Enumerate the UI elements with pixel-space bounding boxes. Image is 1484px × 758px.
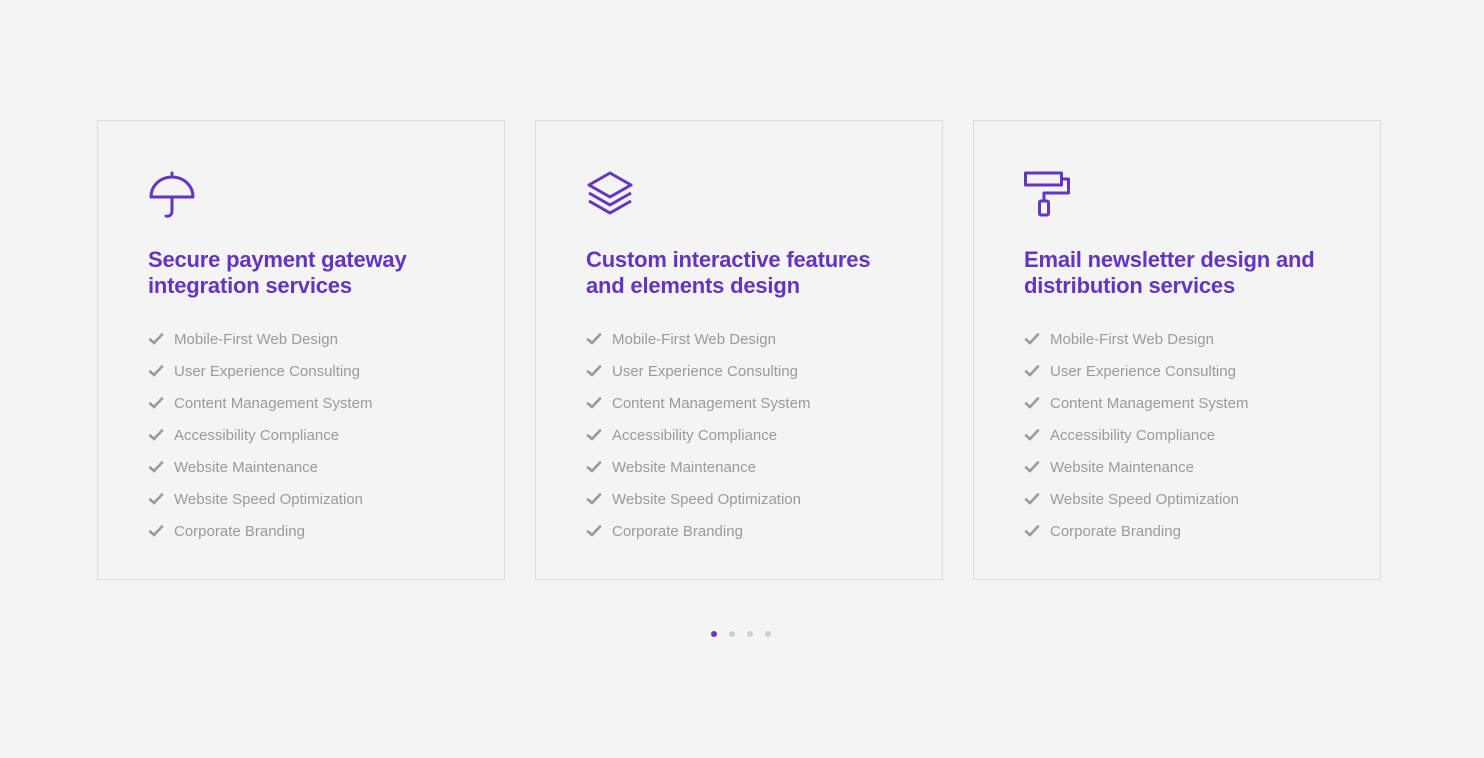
- feature-label: Content Management System: [612, 394, 811, 412]
- list-item: Website Speed Optimization: [586, 483, 902, 515]
- list-item: Content Management System: [148, 387, 464, 419]
- service-card: Custom interactive features and elements…: [535, 120, 943, 580]
- feature-label: User Experience Consulting: [1050, 362, 1236, 380]
- list-item: Corporate Branding: [1024, 515, 1340, 547]
- list-item: Accessibility Compliance: [1024, 419, 1340, 451]
- feature-label: Website Maintenance: [174, 458, 318, 476]
- check-icon: [148, 429, 164, 441]
- feature-label: Mobile-First Web Design: [174, 330, 338, 348]
- card-title: Email newsletter design and distribution…: [1024, 247, 1315, 298]
- feature-label: Corporate Branding: [174, 522, 305, 540]
- feature-label: Accessibility Compliance: [1050, 426, 1216, 444]
- check-icon: [586, 397, 602, 409]
- pagination-dot-2[interactable]: [729, 631, 735, 637]
- list-item: User Experience Consulting: [1024, 355, 1340, 387]
- carousel-pagination: [711, 631, 771, 637]
- feature-label: Mobile-First Web Design: [1050, 330, 1214, 348]
- feature-label: User Experience Consulting: [612, 362, 798, 380]
- pagination-dot-4[interactable]: [765, 631, 771, 637]
- feature-list: Mobile-First Web Design User Experience …: [148, 323, 464, 547]
- feature-label: Accessibility Compliance: [612, 426, 778, 444]
- list-item: Website Maintenance: [148, 451, 464, 483]
- feature-label: Website Speed Optimization: [612, 490, 801, 508]
- check-icon: [586, 461, 602, 473]
- list-item: Website Maintenance: [1024, 451, 1340, 483]
- card-title: Secure payment gateway integration servi…: [148, 247, 407, 298]
- feature-label: Mobile-First Web Design: [612, 330, 776, 348]
- service-cards: Secure payment gateway integration servi…: [97, 120, 1381, 580]
- card-title: Custom interactive features and elements…: [586, 247, 871, 298]
- feature-label: Website Maintenance: [1050, 458, 1194, 476]
- list-item: Corporate Branding: [586, 515, 902, 547]
- check-icon: [148, 365, 164, 377]
- list-item: Mobile-First Web Design: [1024, 323, 1340, 355]
- feature-list: Mobile-First Web Design User Experience …: [1024, 323, 1340, 547]
- check-icon: [1024, 397, 1040, 409]
- list-item: Content Management System: [1024, 387, 1340, 419]
- service-card: Secure payment gateway integration servi…: [97, 120, 505, 580]
- feature-label: Website Maintenance: [612, 458, 756, 476]
- check-icon: [148, 461, 164, 473]
- check-icon: [1024, 493, 1040, 505]
- check-icon: [586, 365, 602, 377]
- check-icon: [1024, 525, 1040, 537]
- check-icon: [1024, 333, 1040, 345]
- check-icon: [1024, 429, 1040, 441]
- list-item: Website Speed Optimization: [1024, 483, 1340, 515]
- check-icon: [148, 397, 164, 409]
- list-item: User Experience Consulting: [586, 355, 902, 387]
- feature-label: Website Speed Optimization: [174, 490, 363, 508]
- check-icon: [148, 525, 164, 537]
- list-item: Content Management System: [586, 387, 902, 419]
- check-icon: [1024, 365, 1040, 377]
- pagination-dot-1[interactable]: [711, 631, 717, 637]
- feature-label: Website Speed Optimization: [1050, 490, 1239, 508]
- list-item: Mobile-First Web Design: [148, 323, 464, 355]
- paint-roller-icon: [1024, 171, 1072, 219]
- list-item: User Experience Consulting: [148, 355, 464, 387]
- feature-label: Content Management System: [174, 394, 373, 412]
- list-item: Website Maintenance: [586, 451, 902, 483]
- service-card: Email newsletter design and distribution…: [973, 120, 1381, 580]
- umbrella-icon: [148, 171, 196, 219]
- check-icon: [1024, 461, 1040, 473]
- list-item: Website Speed Optimization: [148, 483, 464, 515]
- check-icon: [148, 493, 164, 505]
- feature-label: Corporate Branding: [1050, 522, 1181, 540]
- check-icon: [586, 429, 602, 441]
- check-icon: [586, 493, 602, 505]
- feature-label: Content Management System: [1050, 394, 1249, 412]
- list-item: Mobile-First Web Design: [586, 323, 902, 355]
- feature-label: Corporate Branding: [612, 522, 743, 540]
- layers-icon: [586, 171, 634, 219]
- check-icon: [148, 333, 164, 345]
- list-item: Accessibility Compliance: [586, 419, 902, 451]
- feature-label: Accessibility Compliance: [174, 426, 340, 444]
- list-item: Corporate Branding: [148, 515, 464, 547]
- pagination-dot-3[interactable]: [747, 631, 753, 637]
- feature-list: Mobile-First Web Design User Experience …: [586, 323, 902, 547]
- check-icon: [586, 333, 602, 345]
- check-icon: [586, 525, 602, 537]
- feature-label: User Experience Consulting: [174, 362, 360, 380]
- list-item: Accessibility Compliance: [148, 419, 464, 451]
